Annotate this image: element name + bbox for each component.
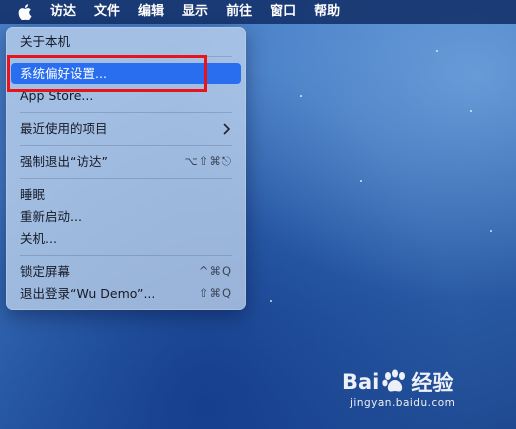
menu-separator (20, 255, 232, 256)
menu-item-recent-items[interactable]: 最近使用的项目 (11, 118, 241, 139)
menu-item-label: 重新启动... (20, 209, 82, 224)
menu-item-sleep[interactable]: 睡眠 (11, 184, 241, 205)
menu-help[interactable]: 帮助 (305, 0, 349, 24)
menu-item-log-out[interactable]: 退出登录“Wu Demo”... ⇧⌘Q (11, 283, 241, 304)
menu-separator (20, 145, 232, 146)
menu-separator (20, 178, 232, 179)
watermark-brand-left: Bai (342, 370, 380, 394)
menu-view[interactable]: 显示 (173, 0, 217, 24)
shortcut-label: ^⌘Q (198, 264, 232, 278)
menu-item-label: 锁定屏幕 (20, 264, 71, 279)
menu-item-label: 关于本机 (20, 34, 71, 49)
star-decoration (470, 110, 472, 112)
baidu-watermark: Bai 经验 jingyan.baidu.com (342, 367, 492, 417)
highlight-box (7, 55, 207, 92)
menu-item-label: 退出登录“Wu Demo”... (20, 286, 156, 301)
apple-logo-icon[interactable] (16, 3, 34, 21)
menu-item-force-quit[interactable]: 强制退出“访达” ⌥⇧⌘⎋ (11, 151, 241, 172)
menu-item-label: 睡眠 (20, 187, 46, 202)
menu-separator (20, 112, 232, 113)
star-decoration (490, 230, 492, 232)
menu-finder[interactable]: 访达 (48, 0, 85, 24)
star-decoration (300, 95, 302, 97)
star-decoration (270, 300, 272, 302)
star-decoration (436, 50, 438, 52)
menu-item-label: 关机... (20, 231, 57, 246)
shortcut-label: ⌥⇧⌘⎋ (184, 154, 232, 168)
menu-file[interactable]: 文件 (85, 0, 129, 24)
menu-item-label: 强制退出“访达” (20, 154, 108, 169)
shortcut-label: ⇧⌘Q (198, 286, 232, 300)
watermark-brand: Bai 经验 (342, 367, 453, 397)
paw-icon (382, 369, 406, 392)
menu-item-lock-screen[interactable]: 锁定屏幕 ^⌘Q (11, 261, 241, 282)
star-decoration (360, 180, 362, 182)
watermark-url: jingyan.baidu.com (350, 397, 456, 409)
menu-item-restart[interactable]: 重新启动... (11, 206, 241, 227)
menu-item-about-this-mac[interactable]: 关于本机 (11, 31, 241, 52)
menu-edit[interactable]: 编辑 (129, 0, 173, 24)
menu-item-label: 最近使用的项目 (20, 121, 108, 136)
watermark-brand-right: 经验 (411, 371, 454, 395)
chevron-right-icon (222, 123, 232, 135)
menu-go[interactable]: 前往 (217, 0, 261, 24)
menu-window[interactable]: 窗口 (261, 0, 305, 24)
menu-item-shut-down[interactable]: 关机... (11, 228, 241, 249)
menu-bar: 访达 文件 编辑 显示 前往 窗口 帮助 (0, 0, 516, 24)
